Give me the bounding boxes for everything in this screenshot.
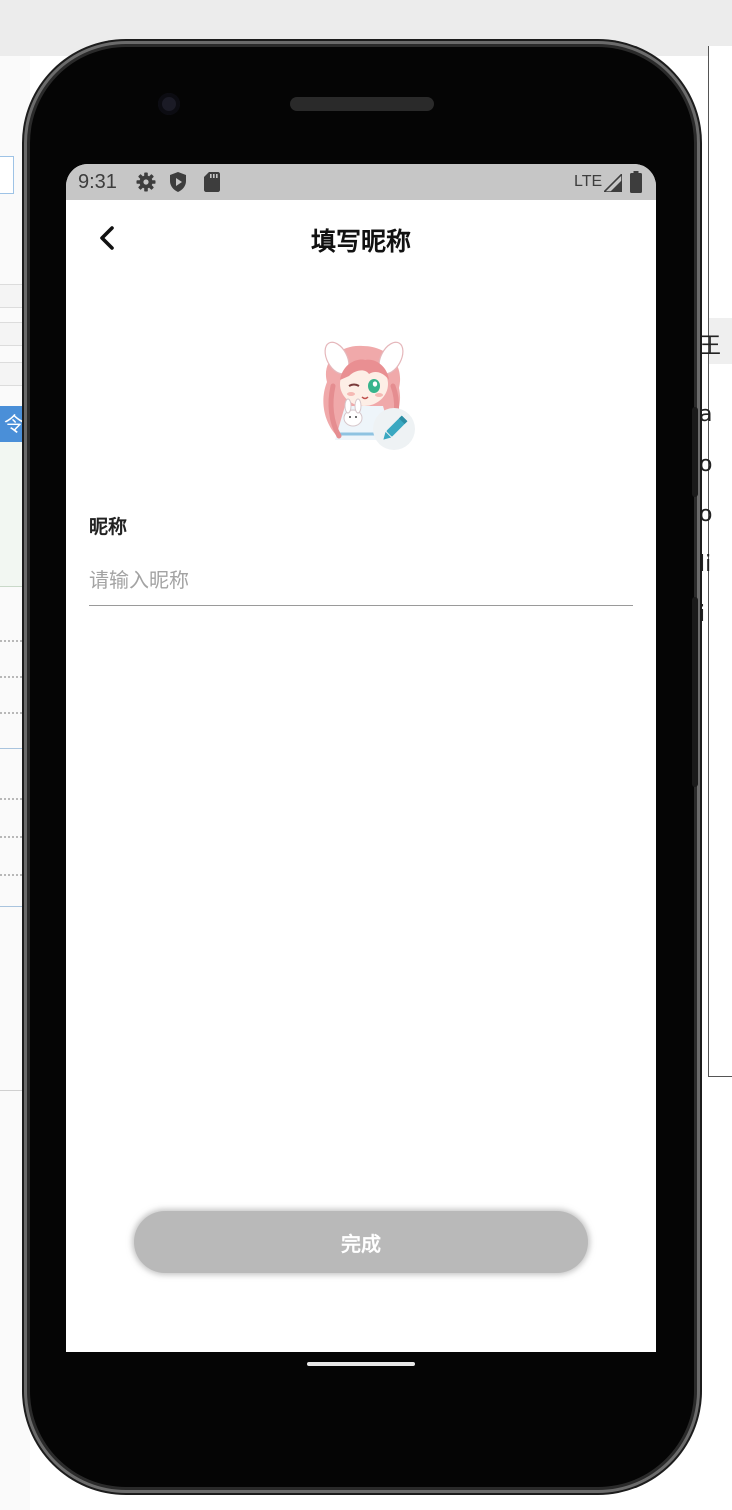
nickname-label: 昵称 bbox=[89, 516, 128, 538]
ide-left-panel: 令 bbox=[0, 56, 30, 1510]
status-bar: 9:31 LTE bbox=[66, 164, 656, 200]
ide-divider bbox=[0, 712, 30, 714]
ide-text-fragment: o bbox=[699, 502, 713, 527]
ide-divider bbox=[0, 1090, 30, 1091]
ide-divider bbox=[0, 836, 30, 838]
home-indicator[interactable] bbox=[307, 1362, 415, 1366]
ide-text-fragment: o bbox=[699, 452, 713, 477]
page-title: 填写昵称 bbox=[310, 227, 411, 256]
done-button[interactable]: 完成 bbox=[134, 1211, 588, 1273]
sd-card-icon bbox=[204, 172, 220, 197]
nickname-input[interactable] bbox=[89, 555, 633, 606]
network-type: LTE bbox=[574, 173, 603, 190]
ide-divider bbox=[0, 906, 30, 907]
phone-frame: 9:31 LTE 填写昵称 昵称 请输入昵称 完成 bbox=[30, 47, 698, 1487]
front-camera bbox=[158, 93, 180, 115]
ide-text-fragment: i bbox=[699, 602, 706, 627]
ide-tag: 令 bbox=[0, 406, 28, 442]
edit-avatar-button[interactable] bbox=[373, 408, 415, 450]
ide-text-fragment: 王 bbox=[699, 334, 722, 359]
ide-divider bbox=[0, 798, 30, 800]
shield-play-icon bbox=[169, 172, 187, 197]
pencil-icon bbox=[373, 415, 415, 454]
ide-divider bbox=[0, 748, 30, 749]
status-time: 9:31 bbox=[78, 171, 117, 193]
ide-row bbox=[0, 284, 30, 308]
ide-divider bbox=[0, 676, 30, 678]
ide-row bbox=[0, 362, 30, 386]
signal-icon bbox=[602, 172, 623, 197]
back-button[interactable] bbox=[90, 220, 130, 260]
ide-row bbox=[0, 322, 30, 346]
ide-right-panel: 王 a o o li i bbox=[699, 46, 732, 1077]
ide-divider bbox=[0, 874, 30, 876]
ide-panel bbox=[0, 442, 30, 587]
ide-text-fragment: li bbox=[699, 552, 712, 577]
avatar-picker[interactable] bbox=[307, 340, 417, 450]
ide-divider bbox=[0, 640, 30, 642]
volume-button bbox=[692, 597, 698, 787]
power-button bbox=[692, 407, 698, 497]
ide-text-fragment: a bbox=[699, 402, 713, 427]
earpiece-speaker bbox=[290, 97, 434, 111]
gear-icon bbox=[136, 172, 156, 197]
ide-right-strip: 王 bbox=[699, 318, 732, 364]
ide-field bbox=[0, 156, 14, 194]
chevron-left-icon bbox=[90, 226, 130, 264]
app-screen: 9:31 LTE 填写昵称 昵称 请输入昵称 完成 bbox=[66, 164, 656, 1352]
battery-icon bbox=[630, 171, 642, 198]
app-header: 填写昵称 bbox=[66, 200, 656, 284]
ide-right-header bbox=[709, 46, 732, 316]
